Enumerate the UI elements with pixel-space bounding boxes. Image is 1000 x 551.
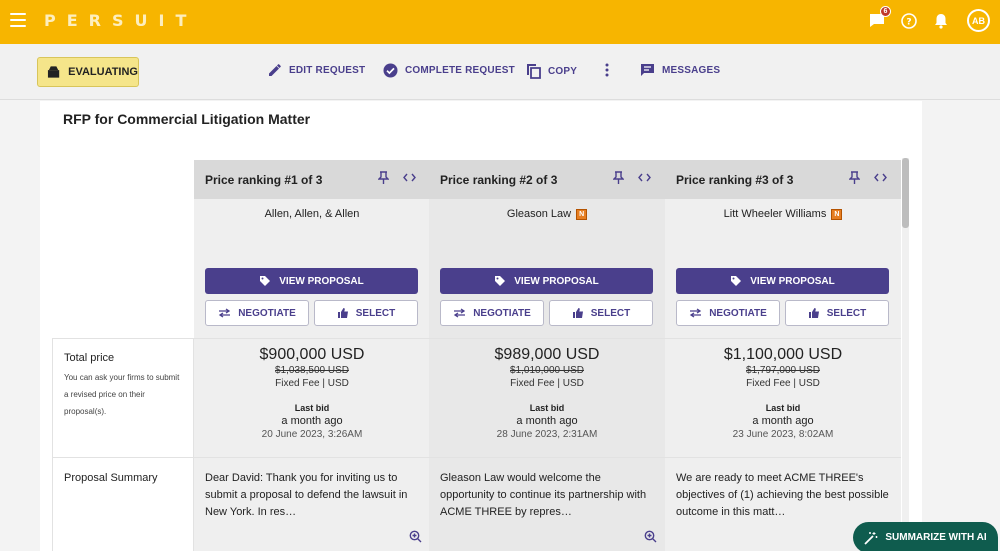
firm-name: Allen, Allen, & Allen (264, 208, 360, 220)
fee-type: Fixed Fee | USD (510, 378, 584, 389)
last-bid-ago: a month ago (752, 415, 814, 427)
total-price-label: Total price (64, 352, 115, 364)
total-price: $1,100,000 USD (723, 346, 843, 363)
status-chip: EVALUATING (37, 57, 139, 87)
original-price: $1,038,500 USD (275, 365, 349, 376)
evaluating-icon (47, 66, 60, 78)
check-circle-icon (383, 63, 398, 78)
rfp-title: RFP for Commercial Litigation Matter (63, 111, 311, 127)
proposal-column-1: Allen, Allen, & Allen VIEW PROPOSAL NEGO… (194, 199, 430, 338)
total-price: $989,000 USD (494, 346, 600, 363)
thumbs-up-icon (808, 308, 819, 318)
message-icon (641, 64, 654, 76)
price-cell-1: $900,000 USD $1,038,500 USD Fixed Fee | … (194, 338, 430, 458)
price-ranking: Price ranking #1 of 3 (205, 172, 323, 187)
swap-icon (219, 308, 231, 318)
view-proposal-button[interactable]: VIEW PROPOSAL (676, 268, 889, 294)
swap-icon (690, 308, 702, 318)
last-bid-label: Last bid (765, 403, 801, 413)
firm-badge-icon: N (831, 208, 843, 220)
complete-request-button[interactable]: COMPLETE REQUEST (383, 63, 515, 78)
chat-notifications-icon[interactable]: 6 (867, 5, 891, 31)
notification-badge: 6 (880, 5, 891, 17)
proposal-summary-label: Proposal Summary (52, 458, 194, 551)
top-bar: PERSUIT 6 ? AB (0, 0, 1000, 44)
proposal-summary-text: Dear David: Thank you for inviting us to… (205, 472, 408, 518)
pencil-icon (269, 64, 281, 76)
select-button[interactable]: SELECT (549, 300, 653, 326)
top-icons: 6 ? AB (867, 5, 990, 32)
thumbs-up-icon (572, 308, 583, 318)
request-toolbar: EVALUATING EDIT REQUEST COMPLETE REQUEST… (0, 44, 1000, 100)
tag-icon (260, 276, 271, 286)
bell-icon[interactable] (931, 11, 951, 31)
zoom-in-icon[interactable] (644, 530, 657, 543)
persuit-logo[interactable]: PERSUIT (44, 11, 197, 30)
column-header-2: Price ranking #2 of 3 (429, 160, 665, 199)
firm-name: Gleason Law N (429, 208, 665, 220)
last-bid-ago: a month ago (516, 415, 578, 427)
menu-icon[interactable] (10, 13, 26, 27)
summarize-with-ai-button[interactable]: SUMMARIZE WITH AI (853, 522, 998, 551)
summary-cell-2: Gleason Law would welcome the opportunit… (429, 458, 665, 551)
move-column-icon[interactable] (638, 173, 651, 182)
select-button[interactable]: SELECT (785, 300, 889, 326)
proposal-column-2: Gleason Law N VIEW PROPOSAL NEGOTIATE SEL… (429, 199, 665, 338)
tag-icon (731, 276, 742, 286)
last-bid-ago: a month ago (281, 415, 343, 427)
more-options-button[interactable] (604, 63, 610, 77)
pin-icon[interactable] (378, 171, 389, 184)
fee-type: Fixed Fee | USD (746, 378, 820, 389)
zoom-in-icon[interactable] (409, 530, 422, 543)
firm-name: Litt Wheeler Williams N (665, 208, 901, 220)
pin-icon[interactable] (613, 171, 624, 184)
last-bid-date: 23 June 2023, 8:02AM (732, 429, 834, 440)
total-price-label-cell: Total price You can ask your firms to su… (52, 338, 194, 458)
help-icon[interactable]: ? (899, 11, 919, 31)
proposal-column-3: Litt Wheeler Williams N VIEW PROPOSAL NEG… (665, 199, 901, 338)
column-header-3: Price ranking #3 of 3 (665, 160, 901, 199)
copy-icon (527, 64, 541, 79)
swap-icon (454, 308, 466, 318)
user-avatar[interactable]: AB (967, 9, 990, 32)
svg-text:?: ? (906, 17, 911, 27)
status-label: EVALUATING (68, 66, 138, 78)
summary-cell-1: Dear David: Thank you for inviting us to… (194, 458, 430, 551)
negotiate-button[interactable]: NEGOTIATE (676, 300, 780, 326)
total-price-note: You can ask your firms to submit a revis… (64, 373, 180, 416)
more-vert-icon (605, 63, 609, 77)
price-cell-3: $1,100,000 USD $1,797,000 USD Fixed Fee … (665, 338, 901, 458)
price-ranking: Price ranking #3 of 3 (676, 172, 794, 187)
proposal-summary-text: Gleason Law would welcome the opportunit… (440, 472, 647, 518)
proposal-summary-text: We are ready to meet ACME THREE's object… (676, 472, 889, 518)
price-ranking: Price ranking #2 of 3 (440, 172, 558, 187)
total-price: $900,000 USD (259, 346, 365, 363)
tag-icon (495, 276, 506, 286)
original-price: $1,797,000 USD (746, 365, 820, 376)
select-button[interactable]: SELECT (314, 300, 418, 326)
fee-type: Fixed Fee | USD (275, 378, 349, 389)
negotiate-button[interactable]: NEGOTIATE (205, 300, 309, 326)
move-column-icon[interactable] (403, 173, 416, 182)
view-proposal-button[interactable]: VIEW PROPOSAL (440, 268, 653, 294)
thumbs-up-icon (337, 308, 348, 318)
edit-request-button[interactable]: EDIT REQUEST (268, 63, 365, 77)
magic-wand-icon (864, 531, 878, 545)
firm-badge-icon: N (576, 208, 588, 220)
last-bid-label: Last bid (529, 403, 565, 413)
last-bid-date: 28 June 2023, 2:31AM (496, 429, 598, 440)
price-cell-2: $989,000 USD $1,010,000 USD Fixed Fee | … (429, 338, 665, 458)
last-bid-label: Last bid (294, 403, 330, 413)
pin-icon[interactable] (849, 171, 860, 184)
comparison-scrollbar-thumb[interactable] (902, 158, 909, 228)
view-proposal-button[interactable]: VIEW PROPOSAL (205, 268, 418, 294)
copy-button[interactable]: COPY (526, 63, 577, 79)
messages-button[interactable]: MESSAGES (640, 63, 720, 77)
last-bid-date: 20 June 2023, 3:26AM (261, 429, 363, 440)
negotiate-button[interactable]: NEGOTIATE (440, 300, 544, 326)
column-header-1: Price ranking #1 of 3 (194, 160, 430, 199)
original-price: $1,010,000 USD (510, 365, 584, 376)
move-column-icon[interactable] (874, 173, 887, 182)
